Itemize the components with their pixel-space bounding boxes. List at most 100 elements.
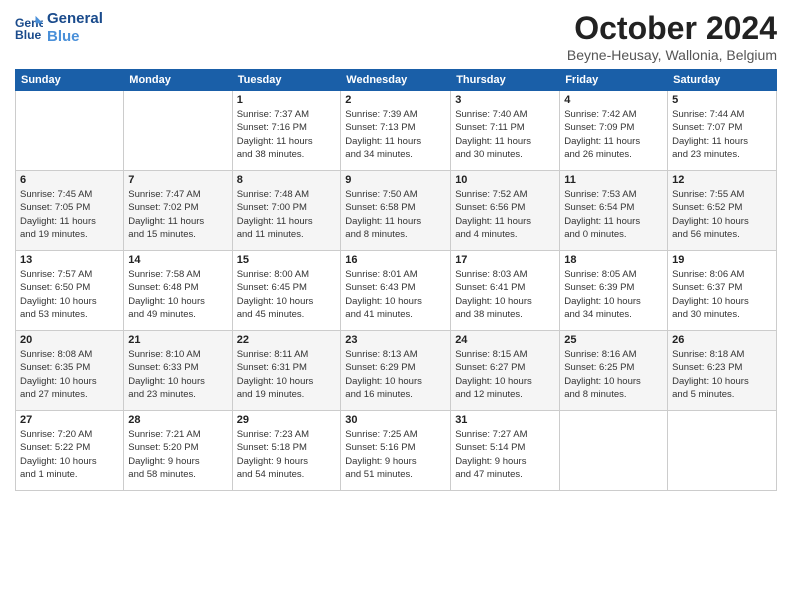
calendar-cell: 8 Sunrise: 7:48 AMSunset: 7:00 PMDaylight…: [232, 171, 341, 251]
day-number: 29: [237, 414, 337, 426]
calendar-cell: [124, 91, 232, 171]
col-header-friday: Friday: [560, 70, 668, 91]
week-row-4: 27Sunrise: 7:20 AMSunset: 5:22 PMDayligh…: [16, 411, 777, 491]
week-row-3: 20 Sunrise: 8:08 AMSunset: 6:35 PMDayligh…: [16, 331, 777, 411]
week-row-1: 6 Sunrise: 7:45 AMSunset: 7:05 PMDaylight…: [16, 171, 777, 251]
calendar-cell: 30 Sunrise: 7:25 AMSunset: 5:16 PMDayligh…: [341, 411, 451, 491]
day-number: 23: [345, 334, 446, 346]
calendar-cell: 26 Sunrise: 8:18 AMSunset: 6:23 PMDayligh…: [668, 331, 777, 411]
day-number: 14: [128, 254, 227, 266]
day-number: 25: [564, 334, 663, 346]
day-detail: Sunrise: 7:25 AMSunset: 5:16 PMDaylight:…: [345, 428, 446, 481]
day-detail: Sunrise: 8:16 AMSunset: 6:25 PMDaylight:…: [564, 348, 663, 401]
calendar-cell: 29 Sunrise: 7:23 AMSunset: 5:18 PMDayligh…: [232, 411, 341, 491]
day-number: 17: [455, 254, 555, 266]
day-detail: Sunrise: 7:52 AMSunset: 6:56 PMDaylight:…: [455, 188, 555, 241]
day-detail: Sunrise: 8:10 AMSunset: 6:33 PMDaylight:…: [128, 348, 227, 401]
calendar-cell: 25 Sunrise: 8:16 AMSunset: 6:25 PMDayligh…: [560, 331, 668, 411]
col-header-sunday: Sunday: [16, 70, 124, 91]
day-detail: Sunrise: 7:50 AMSunset: 6:58 PMDaylight:…: [345, 188, 446, 241]
day-number: 4: [564, 94, 663, 106]
day-number: 10: [455, 174, 555, 186]
col-header-saturday: Saturday: [668, 70, 777, 91]
day-number: 19: [672, 254, 772, 266]
calendar-cell: 21Sunrise: 8:10 AMSunset: 6:33 PMDayligh…: [124, 331, 232, 411]
calendar-cell: 23Sunrise: 8:13 AMSunset: 6:29 PMDayligh…: [341, 331, 451, 411]
day-detail: Sunrise: 8:06 AMSunset: 6:37 PMDaylight:…: [672, 268, 772, 321]
day-detail: Sunrise: 7:23 AMSunset: 5:18 PMDaylight:…: [237, 428, 337, 481]
calendar-table: SundayMondayTuesdayWednesdayThursdayFrid…: [15, 69, 777, 491]
day-number: 27: [20, 414, 119, 426]
calendar-cell: 15 Sunrise: 8:00 AMSunset: 6:45 PMDayligh…: [232, 251, 341, 331]
logo-general: General: [47, 10, 103, 28]
day-number: 12: [672, 174, 772, 186]
day-detail: Sunrise: 7:48 AMSunset: 7:00 PMDaylight:…: [237, 188, 337, 241]
day-detail: Sunrise: 7:45 AMSunset: 7:05 PMDaylight:…: [20, 188, 119, 241]
calendar-cell: 28Sunrise: 7:21 AMSunset: 5:20 PMDayligh…: [124, 411, 232, 491]
calendar-cell: 19 Sunrise: 8:06 AMSunset: 6:37 PMDayligh…: [668, 251, 777, 331]
calendar-cell: 11 Sunrise: 7:53 AMSunset: 6:54 PMDayligh…: [560, 171, 668, 251]
day-number: 11: [564, 174, 663, 186]
calendar-cell: 6 Sunrise: 7:45 AMSunset: 7:05 PMDaylight…: [16, 171, 124, 251]
calendar-cell: 2 Sunrise: 7:39 AMSunset: 7:13 PMDaylight…: [341, 91, 451, 171]
day-number: 31: [455, 414, 555, 426]
day-number: 13: [20, 254, 119, 266]
calendar-cell: 1Sunrise: 7:37 AMSunset: 7:16 PMDaylight…: [232, 91, 341, 171]
svg-text:Blue: Blue: [15, 28, 42, 42]
calendar-cell: 7Sunrise: 7:47 AMSunset: 7:02 PMDaylight…: [124, 171, 232, 251]
week-row-2: 13 Sunrise: 7:57 AMSunset: 6:50 PMDayligh…: [16, 251, 777, 331]
day-detail: Sunrise: 8:11 AMSunset: 6:31 PMDaylight:…: [237, 348, 337, 401]
day-detail: Sunrise: 7:53 AMSunset: 6:54 PMDaylight:…: [564, 188, 663, 241]
day-detail: Sunrise: 7:57 AMSunset: 6:50 PMDaylight:…: [20, 268, 119, 321]
calendar-cell: 13 Sunrise: 7:57 AMSunset: 6:50 PMDayligh…: [16, 251, 124, 331]
col-header-wednesday: Wednesday: [341, 70, 451, 91]
week-row-0: 1Sunrise: 7:37 AMSunset: 7:16 PMDaylight…: [16, 91, 777, 171]
calendar-cell: 22 Sunrise: 8:11 AMSunset: 6:31 PMDayligh…: [232, 331, 341, 411]
month-title: October 2024: [567, 10, 777, 47]
day-detail: Sunrise: 8:05 AMSunset: 6:39 PMDaylight:…: [564, 268, 663, 321]
logo-blue: Blue: [47, 28, 103, 46]
day-number: 8: [237, 174, 337, 186]
calendar-cell: 12Sunrise: 7:55 AMSunset: 6:52 PMDayligh…: [668, 171, 777, 251]
header: General Blue General Blue October 2024 B…: [15, 10, 777, 63]
calendar-cell: 17 Sunrise: 8:03 AMSunset: 6:41 PMDayligh…: [451, 251, 560, 331]
day-detail: Sunrise: 7:44 AMSunset: 7:07 PMDaylight:…: [672, 108, 772, 161]
day-number: 20: [20, 334, 119, 346]
calendar-cell: 27Sunrise: 7:20 AMSunset: 5:22 PMDayligh…: [16, 411, 124, 491]
calendar-cell: 4Sunrise: 7:42 AMSunset: 7:09 PMDaylight…: [560, 91, 668, 171]
day-number: 15: [237, 254, 337, 266]
day-number: 5: [672, 94, 772, 106]
day-detail: Sunrise: 8:01 AMSunset: 6:43 PMDaylight:…: [345, 268, 446, 321]
calendar-cell: [668, 411, 777, 491]
calendar-cell: 20 Sunrise: 8:08 AMSunset: 6:35 PMDayligh…: [16, 331, 124, 411]
day-detail: Sunrise: 8:18 AMSunset: 6:23 PMDaylight:…: [672, 348, 772, 401]
day-detail: Sunrise: 8:03 AMSunset: 6:41 PMDaylight:…: [455, 268, 555, 321]
title-block: October 2024 Beyne-Heusay, Wallonia, Bel…: [567, 10, 777, 63]
location-subtitle: Beyne-Heusay, Wallonia, Belgium: [567, 47, 777, 63]
calendar-cell: [16, 91, 124, 171]
day-detail: Sunrise: 8:15 AMSunset: 6:27 PMDaylight:…: [455, 348, 555, 401]
day-detail: Sunrise: 8:08 AMSunset: 6:35 PMDaylight:…: [20, 348, 119, 401]
calendar-cell: 16Sunrise: 8:01 AMSunset: 6:43 PMDayligh…: [341, 251, 451, 331]
calendar-cell: 5 Sunrise: 7:44 AMSunset: 7:07 PMDaylight…: [668, 91, 777, 171]
logo-icon: General Blue: [15, 14, 43, 42]
calendar-cell: 9Sunrise: 7:50 AMSunset: 6:58 PMDaylight…: [341, 171, 451, 251]
calendar-cell: 3Sunrise: 7:40 AMSunset: 7:11 PMDaylight…: [451, 91, 560, 171]
day-number: 6: [20, 174, 119, 186]
day-detail: Sunrise: 7:21 AMSunset: 5:20 PMDaylight:…: [128, 428, 227, 481]
header-row: SundayMondayTuesdayWednesdayThursdayFrid…: [16, 70, 777, 91]
day-number: 26: [672, 334, 772, 346]
day-number: 2: [345, 94, 446, 106]
calendar-cell: [560, 411, 668, 491]
col-header-thursday: Thursday: [451, 70, 560, 91]
day-detail: Sunrise: 7:39 AMSunset: 7:13 PMDaylight:…: [345, 108, 446, 161]
day-number: 18: [564, 254, 663, 266]
day-number: 30: [345, 414, 446, 426]
day-number: 22: [237, 334, 337, 346]
day-detail: Sunrise: 7:37 AMSunset: 7:16 PMDaylight:…: [237, 108, 337, 161]
day-detail: Sunrise: 7:40 AMSunset: 7:11 PMDaylight:…: [455, 108, 555, 161]
day-detail: Sunrise: 8:00 AMSunset: 6:45 PMDaylight:…: [237, 268, 337, 321]
calendar-cell: 14Sunrise: 7:58 AMSunset: 6:48 PMDayligh…: [124, 251, 232, 331]
calendar-page: General Blue General Blue October 2024 B…: [0, 0, 792, 612]
calendar-cell: 18 Sunrise: 8:05 AMSunset: 6:39 PMDayligh…: [560, 251, 668, 331]
